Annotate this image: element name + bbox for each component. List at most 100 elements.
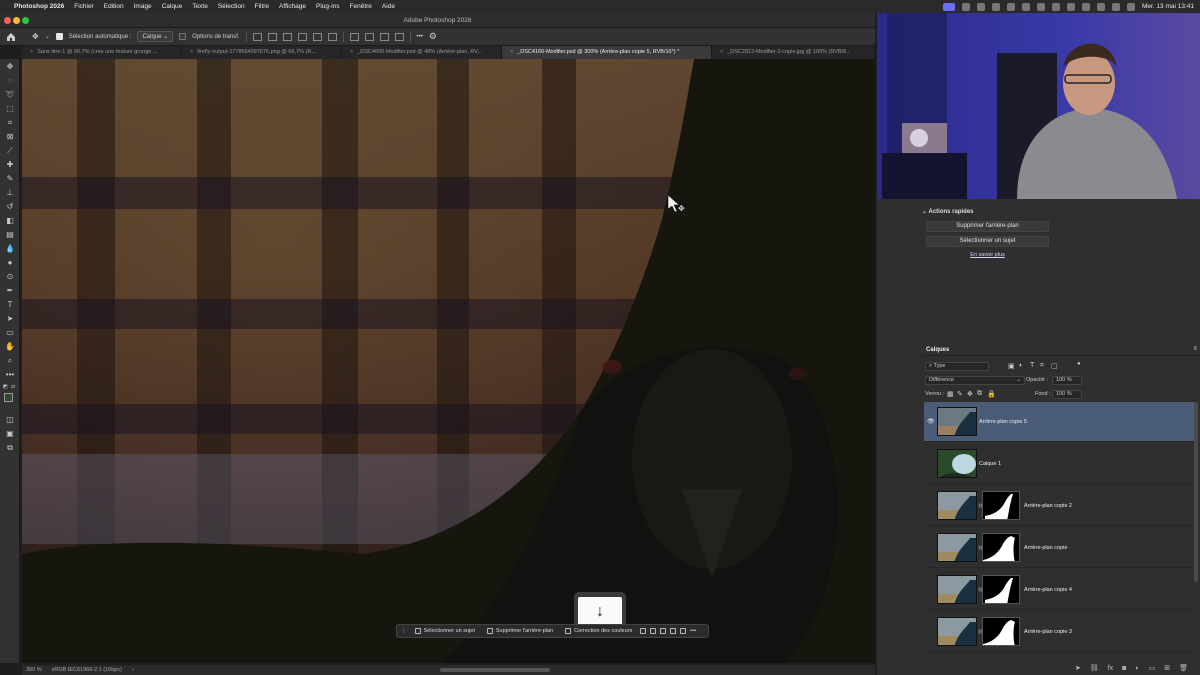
app-menu[interactable]: Photoshop 2026 xyxy=(14,3,64,10)
status-icon[interactable] xyxy=(961,2,970,11)
adjustment-icon[interactable] xyxy=(670,628,677,634)
lock-artboard-icon[interactable]: ⧉ xyxy=(977,390,982,398)
history-brush-tool-icon[interactable]: ↺ xyxy=(5,202,15,212)
panel-menu-icon[interactable]: ≡ xyxy=(1193,346,1197,352)
layer-name[interactable]: Arrière-plan copie 4 xyxy=(1024,587,1072,593)
status-arrow-icon[interactable]: › xyxy=(132,667,134,673)
distribute-icon[interactable] xyxy=(379,32,389,41)
transform-options-checkbox[interactable] xyxy=(179,33,187,40)
blur-tool-icon[interactable]: 💧 xyxy=(5,244,15,254)
default-colors-icon[interactable]: ◩ xyxy=(3,384,9,390)
mask-icon[interactable] xyxy=(650,628,657,634)
eye-icon[interactable]: 👁 xyxy=(927,544,935,551)
layer-row[interactable]: 👁 ⛓ Arrière-plan copie xyxy=(924,528,1194,568)
doc-tab[interactable]: × Sans titre-1 @ 66,7% (crée une texture … xyxy=(22,46,182,59)
color-correction-button[interactable]: Correction des couleurs xyxy=(561,628,636,634)
document-canvas[interactable]: ✥ xyxy=(22,59,875,663)
opacity-input[interactable]: 100 % xyxy=(1052,376,1082,385)
eye-icon[interactable]: 👁 xyxy=(927,418,935,425)
eye-icon[interactable]: 👁 xyxy=(927,586,935,593)
menu-edition[interactable]: Edition xyxy=(104,3,124,10)
frame-tool-icon[interactable]: ⊠ xyxy=(5,132,15,142)
align-middle-icon[interactable] xyxy=(312,32,322,41)
menu-fichier[interactable]: Fichier xyxy=(74,3,94,10)
filter-type-icon[interactable]: T xyxy=(1030,362,1034,369)
lock-position-icon[interactable]: ✥ xyxy=(967,390,973,398)
control-center-icon[interactable] xyxy=(1126,2,1135,11)
status-icon[interactable] xyxy=(976,2,985,11)
dodge-tool-icon[interactable]: ● xyxy=(5,258,15,268)
gear-icon[interactable]: ⚙ xyxy=(429,31,437,42)
menu-calque[interactable]: Calque xyxy=(162,3,183,10)
stamp-tool-icon[interactable]: ⊥ xyxy=(5,188,15,198)
doc-tab[interactable]: × _DSC4690-Modifier.psd @ 48% (Arrière-pl… xyxy=(342,46,502,59)
wifi-icon[interactable] xyxy=(1096,2,1105,11)
status-app-icon[interactable] xyxy=(942,2,955,11)
new-group-icon[interactable]: ▭ xyxy=(1149,664,1156,672)
image-edit-icon[interactable] xyxy=(680,628,687,634)
brush-tool-icon[interactable]: ✎ xyxy=(5,174,15,184)
share-icon[interactable]: ➤ xyxy=(1075,664,1081,672)
filter-pixel-icon[interactable]: ▣ xyxy=(1008,362,1015,370)
menu-plugins[interactable]: Plug-ins xyxy=(316,3,339,10)
align-top-icon[interactable] xyxy=(297,32,307,41)
layer-mask-thumbnail[interactable] xyxy=(982,617,1020,646)
fill-input[interactable]: 100 % xyxy=(1052,390,1082,399)
more-options-icon[interactable]: ••• xyxy=(690,628,696,634)
sponge-tool-icon[interactable]: ⊙ xyxy=(5,272,15,282)
zoom-tool-icon[interactable]: ⌕ xyxy=(5,356,15,366)
status-icon[interactable] xyxy=(1051,2,1060,11)
status-icon[interactable] xyxy=(1081,2,1090,11)
layer-row[interactable]: 👁 Calque 1 xyxy=(924,444,1194,484)
healing-brush-tool-icon[interactable]: ✚ xyxy=(5,160,15,170)
new-layer-icon[interactable]: ⊞ xyxy=(1164,664,1170,672)
doc-tab-active[interactable]: × _DSC4166-Modifier.psd @ 300% (Arrière-p… xyxy=(502,46,712,59)
more-options-icon[interactable]: ••• xyxy=(417,34,423,40)
layer-mask-thumbnail[interactable] xyxy=(982,533,1020,562)
qa-select-subject-button[interactable]: Sélectionner un sujet xyxy=(926,236,1049,247)
gradient-tool-icon[interactable]: ▤ xyxy=(5,230,15,240)
status-icon[interactable] xyxy=(1066,2,1075,11)
menu-texte[interactable]: Texte xyxy=(192,3,208,10)
close-icon[interactable]: × xyxy=(720,49,723,55)
menu-aide[interactable]: Aide xyxy=(382,3,395,10)
eyedropper-tool-icon[interactable]: ⟋ xyxy=(5,146,15,156)
add-mask-icon[interactable]: ◙ xyxy=(1122,665,1126,672)
eraser-tool-icon[interactable]: ◧ xyxy=(5,216,15,226)
layer-name[interactable]: Arrière-plan copie 2 xyxy=(1024,503,1072,509)
lock-transparency-icon[interactable]: ▦ xyxy=(947,390,954,398)
layer-filter-dropdown[interactable]: ⌕ Type xyxy=(925,362,989,371)
menu-selection[interactable]: Sélection xyxy=(218,3,245,10)
eye-icon[interactable]: 👁 xyxy=(927,628,935,635)
transform-icon[interactable] xyxy=(660,628,667,634)
align-bottom-icon[interactable] xyxy=(327,32,337,41)
fx-icon[interactable]: fx xyxy=(1108,665,1113,672)
swap-colors-icon[interactable]: ⇄ xyxy=(11,384,17,390)
layer-name[interactable]: Calque 1 xyxy=(979,461,1001,467)
auto-select-dropdown[interactable]: Calque ⌄ xyxy=(137,31,174,42)
layers-scrollbar[interactable] xyxy=(1194,402,1198,582)
layer-row[interactable]: 👁 ⛓ Arrière-plan copie 2 xyxy=(924,486,1194,526)
layer-name[interactable]: Arrière-plan copie 5 xyxy=(979,419,1027,425)
status-icon[interactable] xyxy=(1021,2,1030,11)
status-icon[interactable] xyxy=(1036,2,1045,11)
rectangle-tool-icon[interactable]: ▭ xyxy=(5,328,15,338)
filter-toggle-icon[interactable]: ● xyxy=(1077,361,1081,367)
filter-adjustment-icon[interactable]: ◐ xyxy=(1019,362,1023,369)
link-layers-icon[interactable]: ⛓ xyxy=(1090,664,1099,672)
align-left-icon[interactable] xyxy=(252,32,262,41)
distribute-icon[interactable] xyxy=(394,32,404,41)
layer-row[interactable]: 👁 ⛓ Arrière-plan copie 3 xyxy=(924,612,1194,652)
move-tool-icon[interactable]: ✥ xyxy=(32,32,39,41)
eye-icon[interactable]: 👁 xyxy=(927,502,935,509)
chevron-down-icon[interactable]: ⌄ xyxy=(45,33,50,40)
lock-pixels-icon[interactable]: ✎ xyxy=(957,390,963,398)
distribute-icon[interactable] xyxy=(364,32,374,41)
path-select-tool-icon[interactable]: ➤ xyxy=(5,314,15,324)
filter-smart-object-icon[interactable]: ▢ xyxy=(1051,362,1058,370)
menu-affichage[interactable]: Affichage xyxy=(279,3,306,10)
auto-select-checkbox[interactable] xyxy=(55,33,63,40)
search-icon[interactable] xyxy=(1111,2,1120,11)
move-tool-icon[interactable]: ✥ xyxy=(5,62,15,72)
qa-remove-background-button[interactable]: Supprimer l'arrière-plan xyxy=(926,221,1049,232)
